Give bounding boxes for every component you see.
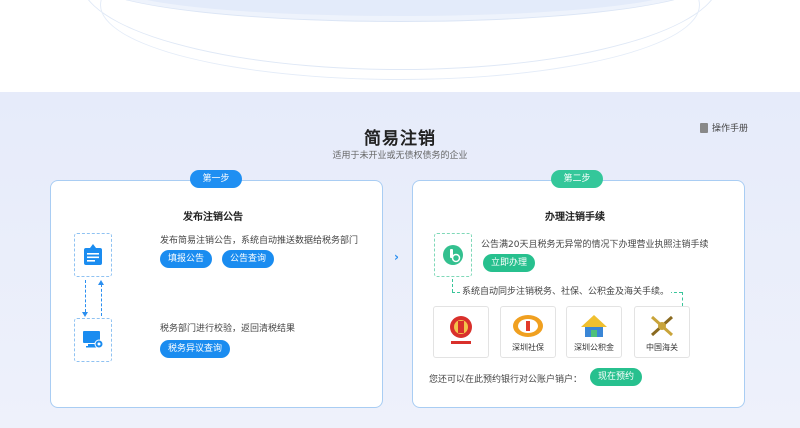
page-title: 简易注销 [364,129,436,149]
step1-desc-verify: 税务部门进行校验，返回清税结果 [160,324,296,334]
manual-label: 操作手册 [712,124,749,134]
step2-desc-license: 公告满20天且税务无异常的情况下办理营业执照注销手续 [481,240,709,250]
announcement-query-button[interactable]: 公告查询 [222,250,275,268]
book-now-button[interactable]: 现在预约 [590,368,643,386]
computer-gear-icon [83,331,104,349]
flow-line-down [85,280,86,312]
agency-customs: 中国海关 [634,306,690,358]
tax-objection-query-button[interactable]: 税务异议查询 [160,340,231,358]
arrow-down-icon [82,312,88,317]
arrow-up-icon [98,280,104,285]
agency-label: 中国海关 [646,343,678,352]
sync-notice: 系统自动同步注销税务、社保、公积金及海关手续。 [460,284,672,297]
announcement-icon [84,244,102,265]
social-security-logo-icon [513,315,543,337]
tax-emblem-icon [450,316,472,344]
bank-booking-text: 您还可以在此预约银行对公账户销户： [429,375,583,385]
agency-tax [433,306,489,358]
page-subtitle: 适用于未开业或无债权债务的企业 [332,151,468,161]
agency-social-security: 深圳社保 [500,306,556,358]
step2-title: 办理注销手续 [545,212,605,223]
tax-system-icon-box [74,318,112,362]
chevron-right-icon: › [394,250,399,264]
license-icon-box [434,233,472,277]
agency-label: 深圳社保 [512,343,544,352]
agency-label: 深圳公积金 [574,343,614,352]
step1-desc-publish: 发布简易注销公告，系统自动推送数据给税务部门 [160,236,359,246]
manual-link[interactable]: 操作手册 [700,121,748,134]
connector-line [682,292,683,306]
file-announcement-button[interactable]: 填报公告 [160,250,213,268]
handle-now-button[interactable]: 立即办理 [483,254,536,272]
housing-fund-logo-icon [581,315,607,337]
flow-line-up [101,284,102,316]
agency-housing-fund: 深圳公积金 [566,306,622,358]
hero-banner [0,0,800,92]
step2-badge: 第二步 [551,170,603,188]
step1-title: 发布注销公告 [183,212,243,223]
document-icon [700,122,708,133]
license-stamp-icon [443,245,463,265]
customs-emblem-icon [650,315,674,337]
connector-line [452,279,453,292]
step1-badge: 第一步 [190,170,242,188]
announcement-icon-box [74,233,112,277]
